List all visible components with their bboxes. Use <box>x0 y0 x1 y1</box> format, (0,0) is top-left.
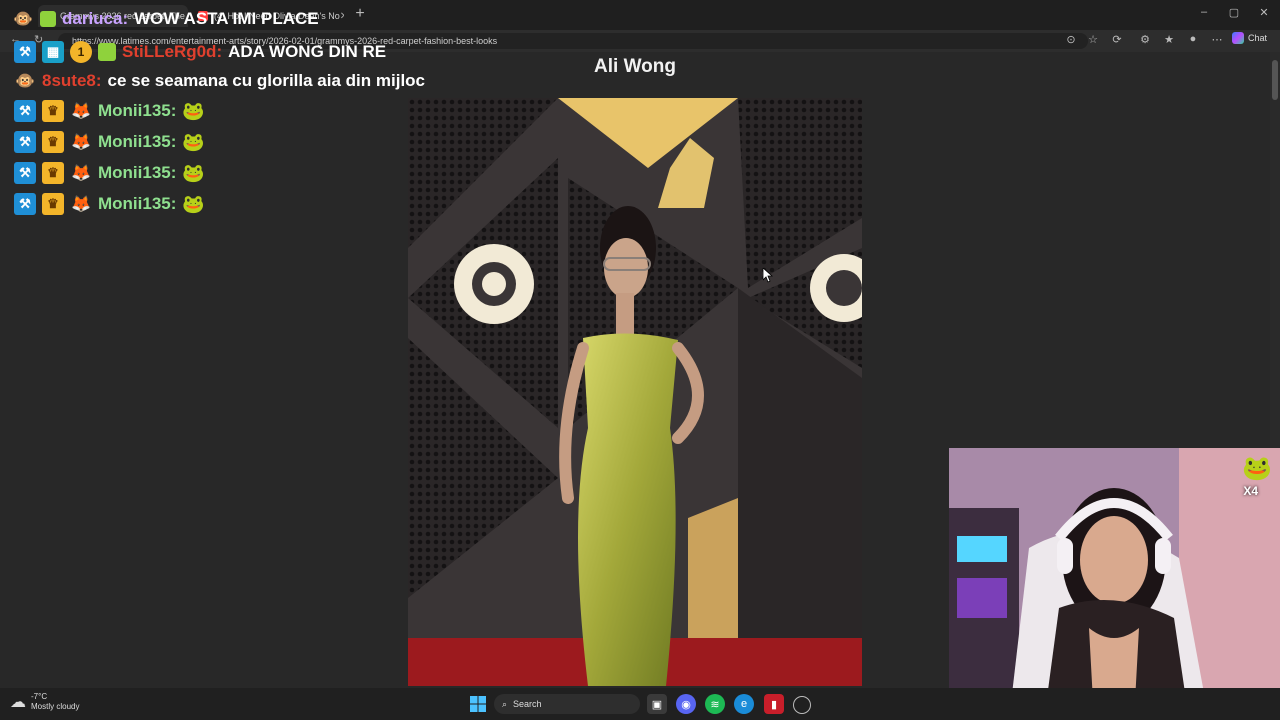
moderator-badge-icon: ⚒ <box>14 100 36 122</box>
crown-badge-icon: ♛ <box>42 131 64 153</box>
weather-desc: Mostly cloudy <box>31 702 80 711</box>
chat-text: ADA WONG DIN RE <box>228 42 387 61</box>
extensions-icon[interactable]: ⟳ <box>1110 33 1124 46</box>
close-window-icon[interactable]: ✕ <box>1254 6 1274 19</box>
frog-emote-icon: 🐸 <box>182 100 205 121</box>
settings-icon[interactable]: ⚙ <box>1138 33 1152 46</box>
chat-username[interactable]: 8sute8: <box>42 71 102 91</box>
chat-text: WOW ASTA IMI PLACE <box>134 9 319 28</box>
first-badge-icon: 1 <box>70 41 92 63</box>
chat-message: 🐵 dariuca: WOW ASTA IMI PLACE <box>12 8 319 30</box>
chat-text: ce se seamana cu glorilla aia din mijloc <box>107 71 426 90</box>
crown-badge-icon: ♛ <box>42 193 64 215</box>
mouse-cursor-icon <box>763 268 773 283</box>
app-icon[interactable]: ▮ <box>764 694 784 714</box>
weather-widget[interactable]: ☁ -7°C Mostly cloudy <box>10 692 79 712</box>
frog-emote-icon: 🐸 <box>1242 455 1272 482</box>
more-menu-icon[interactable]: ⋯ <box>1210 33 1224 46</box>
moderator-badge-icon: ⚒ <box>14 193 36 215</box>
search-icon: ⌕ <box>502 698 508 709</box>
close-tab-icon[interactable]: ✕ <box>340 11 344 22</box>
chat-username[interactable]: Monii135: <box>98 194 176 214</box>
crown-badge-icon: ♛ <box>42 162 64 184</box>
webcam-scene <box>949 448 1280 720</box>
gift-badge-icon <box>40 11 56 27</box>
webcam-overlay: 🐸 X4 <box>949 448 1280 720</box>
sub-badge-icon: 🦊 <box>71 196 91 213</box>
chat-username[interactable]: Monii135: <box>98 132 176 152</box>
emote-multiplier: X4 <box>1243 484 1258 498</box>
chat-username[interactable]: StiLLeRg0d: <box>122 42 222 62</box>
chat-username[interactable]: Monii135: <box>98 101 176 121</box>
frog-emote-icon: 🐸 <box>182 193 205 214</box>
discord-icon[interactable]: ◉ <box>676 694 696 714</box>
task-view-icon[interactable]: ▣ <box>647 694 667 714</box>
start-button[interactable] <box>468 694 488 714</box>
spotify-icon[interactable]: ≋ <box>705 694 725 714</box>
chat-username[interactable]: dariuca: <box>62 9 128 29</box>
cloud-icon: ☁ <box>10 694 26 711</box>
new-tab-button[interactable]: + <box>352 5 368 23</box>
photo-scene <box>408 98 862 686</box>
frog-emote-icon: 🐸 <box>182 131 205 152</box>
favorite-star-icon[interactable]: ☆ <box>1086 33 1100 46</box>
chat-username[interactable]: Monii135: <box>98 163 176 183</box>
sub-badge-icon: 🦊 <box>71 165 91 182</box>
edge-icon[interactable]: e <box>734 694 754 714</box>
moderator-badge-icon: ⚒ <box>14 41 36 63</box>
article-photo <box>408 98 862 686</box>
chat-message: ⚒ ♛ 🦊 Monii135: 🐸 <box>14 131 205 153</box>
taskbar <box>0 688 1280 720</box>
weather-temp: -7°C <box>31 692 48 701</box>
crown-badge-icon: ♛ <box>42 100 64 122</box>
frog-emote-icon: 🐸 <box>182 162 205 183</box>
sub-badge-icon: 🦊 <box>71 103 91 120</box>
sub-badge-icon: 🐵 <box>15 73 35 90</box>
chat-message: ⚒ ♛ 🦊 Monii135: 🐸 <box>14 162 205 184</box>
taskbar-search[interactable]: ⌕ Search <box>494 694 640 714</box>
sub-badge-icon: 🦊 <box>71 134 91 151</box>
profile-avatar-icon[interactable]: ● <box>1186 33 1200 45</box>
chat-button-label: Chat <box>1248 33 1268 43</box>
moderator-badge-icon: ⚒ <box>14 162 36 184</box>
copilot-chat-button[interactable]: Chat <box>1232 32 1267 44</box>
chat-message: ⚒ ♛ 🦊 Monii135: 🐸 <box>14 100 205 122</box>
scrollbar-thumb[interactable] <box>1272 60 1278 100</box>
steam-icon[interactable] <box>793 696 811 714</box>
favorites-icon[interactable]: ★ <box>1162 33 1176 46</box>
maximize-icon[interactable]: ▢ <box>1224 6 1244 19</box>
copilot-icon <box>1232 32 1244 44</box>
chat-message: ⚒ ▦ 1 StiLLeRg0d: ADA WONG DIN RE <box>14 41 386 63</box>
chat-message: 🐵 8sute8: ce se seamana cu glorilla aia … <box>14 70 425 92</box>
minimize-icon[interactable]: – <box>1194 6 1214 18</box>
moderator-badge-icon: ⚒ <box>14 131 36 153</box>
sub-badge-icon: 🐵 <box>13 11 33 28</box>
search-placeholder: Search <box>513 699 542 709</box>
gift-badge-icon <box>98 43 116 61</box>
vip-badge-icon: ▦ <box>42 41 64 63</box>
chat-message: ⚒ ♛ 🦊 Monii135: 🐸 <box>14 193 205 215</box>
windows-logo-icon <box>470 696 486 712</box>
reader-icon[interactable]: ⊙ <box>1064 33 1078 46</box>
